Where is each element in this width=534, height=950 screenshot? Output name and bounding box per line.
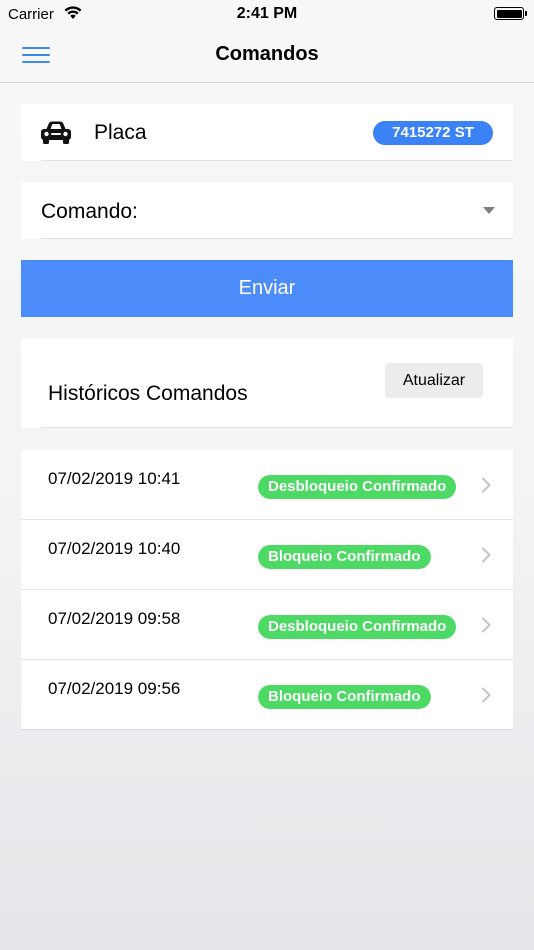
chevron-right-icon (482, 617, 491, 633)
comando-select[interactable]: Comando: (21, 182, 513, 239)
status-badge-clip: Desbloqueio Confirmado (258, 615, 462, 639)
battery-tip (525, 11, 527, 16)
divider (41, 238, 513, 239)
status-badge: Bloqueio Confirmado (258, 545, 431, 569)
chevron-right-icon (482, 477, 491, 493)
history-row[interactable]: 07/02/2019 09:56 Bloqueio Confirmado (21, 660, 513, 730)
status-badge-clip: Bloqueio Confirmado (258, 545, 431, 569)
plate-badge: 7415272 ST (373, 121, 493, 145)
history-list: 07/02/2019 10:41 Desbloqueio Confirmado … (21, 450, 513, 730)
chevron-right-icon (482, 547, 491, 563)
divider (41, 160, 513, 161)
chevron-right-icon (482, 687, 491, 703)
row-date: 07/02/2019 10:41 (48, 469, 181, 488)
history-row[interactable]: 07/02/2019 09:58 Desbloqueio Confirmado (21, 590, 513, 660)
send-button[interactable]: Enviar (21, 260, 513, 317)
battery-icon (494, 7, 524, 20)
divider (41, 427, 513, 428)
page-title: Comandos (215, 43, 319, 65)
comando-label: Comando: (41, 200, 138, 223)
clock: 2:41 PM (236, 5, 298, 22)
refresh-button[interactable]: Atualizar (385, 363, 483, 398)
caret-down-icon[interactable] (483, 207, 495, 214)
status-bar: Carrier 2:41 PM (0, 0, 534, 28)
row-date: 07/02/2019 09:56 (48, 679, 181, 698)
row-date: 07/02/2019 09:58 (48, 609, 181, 628)
history-row[interactable]: 07/02/2019 10:40 Bloqueio Confirmado (21, 520, 513, 590)
status-badge-clip: Desbloqueio Confirmado (258, 475, 462, 499)
navigation-bar: Comandos (0, 28, 534, 83)
status-badge: Desbloqueio Confirmado (258, 475, 457, 499)
status-badge: Bloqueio Confirmado (258, 685, 431, 709)
car-icon (41, 121, 71, 144)
history-title: Históricos Comandos (48, 382, 248, 405)
status-badge-clip: Bloqueio Confirmado (258, 685, 431, 709)
status-badge: Desbloqueio Confirmado (258, 615, 457, 639)
history-row[interactable]: 07/02/2019 10:41 Desbloqueio Confirmado (21, 450, 513, 520)
history-header: Históricos Comandos Atualizar (21, 339, 513, 428)
placa-row: Placa 7415272 ST (21, 104, 513, 161)
placa-label: Placa (94, 121, 147, 144)
row-date: 07/02/2019 10:40 (48, 539, 181, 558)
